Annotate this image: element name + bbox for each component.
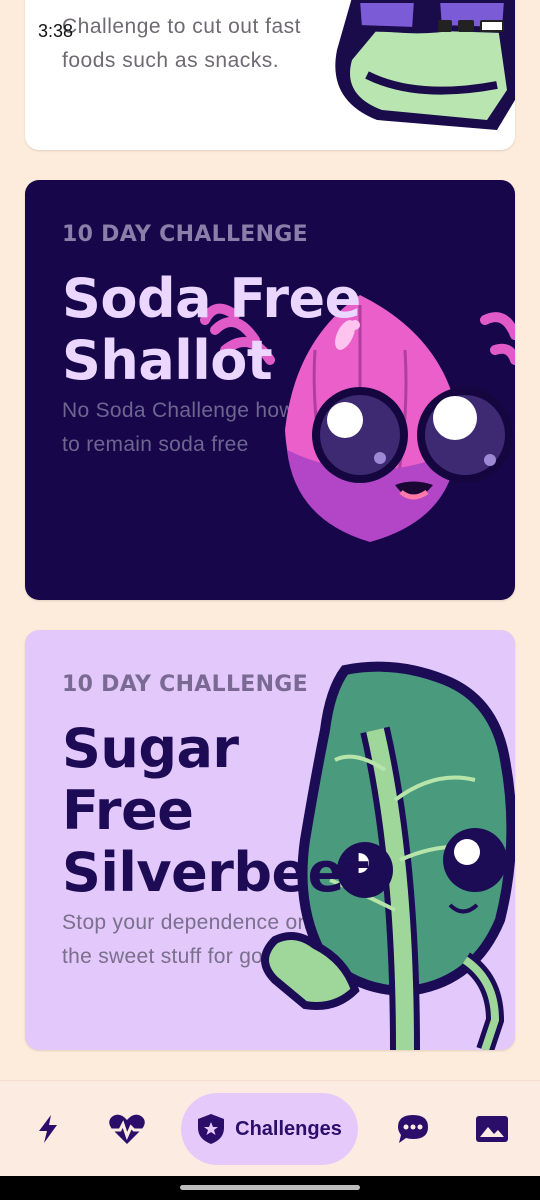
gesture-bar xyxy=(0,1176,540,1200)
nav-health[interactable] xyxy=(104,1093,150,1165)
soda-free-shallot-card[interactable]: 10 DAY CHALLENGE Soda Free Shallot No So… xyxy=(25,180,515,600)
bolt-icon xyxy=(39,1115,57,1143)
status-time: 3:38 xyxy=(38,21,74,41)
home-indicator[interactable] xyxy=(180,1185,360,1190)
status-bar: 3:38 xyxy=(0,0,540,52)
battery-icon xyxy=(480,20,504,32)
nav-gallery[interactable] xyxy=(472,1093,512,1165)
heart-pulse-icon xyxy=(109,1114,145,1144)
image-icon xyxy=(476,1116,508,1142)
sugar-free-silverbeet-card[interactable]: 10 DAY CHALLENGE Sugar Free Silverbeet S… xyxy=(25,630,515,1050)
signal-icon xyxy=(438,20,452,32)
chat-icon xyxy=(398,1115,428,1143)
nav-challenges-label: Challenges xyxy=(235,1117,342,1140)
challenge-kicker: 10 DAY CHALLENGE xyxy=(62,222,308,247)
wifi-icon xyxy=(458,20,474,32)
challenge-title: Sugar Free Silverbeet xyxy=(62,717,370,904)
challenge-title: Soda Free Shallot xyxy=(62,267,361,392)
nav-energy[interactable] xyxy=(26,1093,70,1165)
shield-star-icon xyxy=(198,1114,225,1144)
status-icons xyxy=(438,20,504,32)
nav-challenges[interactable]: Challenges xyxy=(181,1093,358,1165)
nav-chat[interactable] xyxy=(394,1093,432,1165)
bottom-navigation: Challenges xyxy=(0,1080,540,1176)
